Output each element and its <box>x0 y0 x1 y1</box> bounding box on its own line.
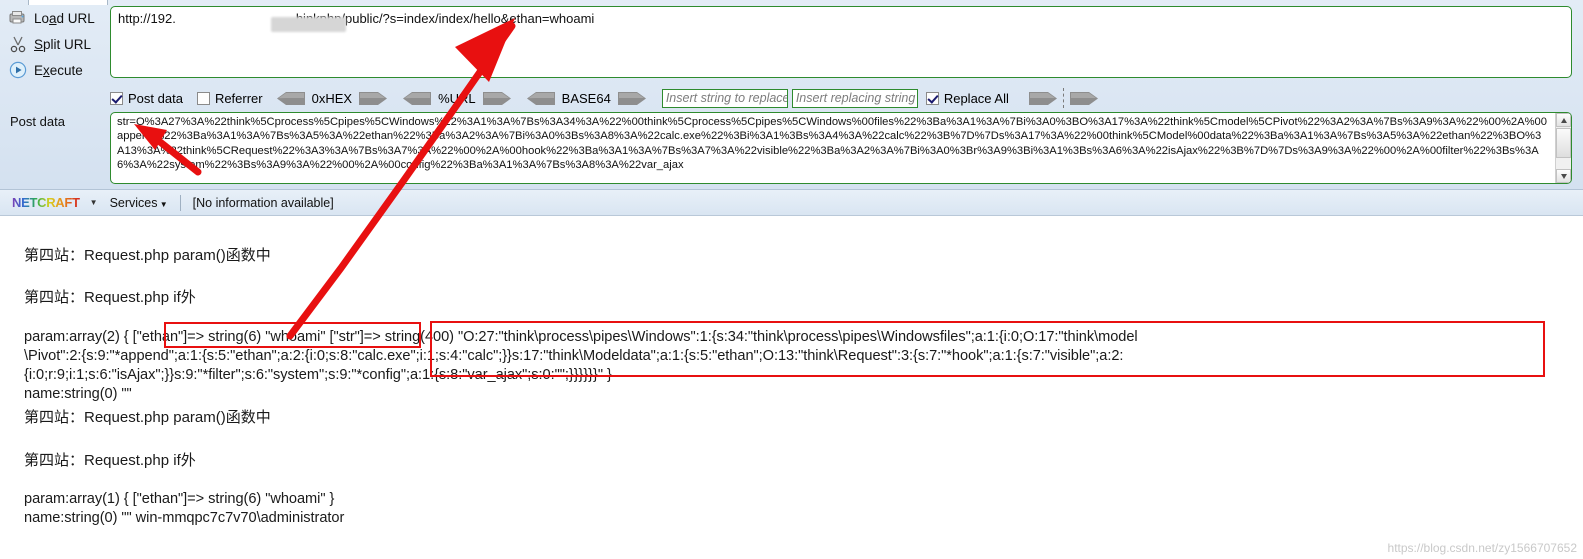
post-data-checkbox[interactable]: Post data <box>110 91 183 106</box>
url-redaction-overlay <box>271 17 346 32</box>
encoder-label-hex: 0xHEX <box>311 90 353 106</box>
execute-label: Execute <box>34 62 83 78</box>
url-prefix: http://192. <box>118 11 176 26</box>
referrer-checkbox[interactable]: Referrer <box>196 90 263 106</box>
decode-arrow-icon[interactable] <box>526 91 555 105</box>
encoder-group-hex: 0xHEX <box>276 90 388 106</box>
output-line-4: \Pivot":2:{s:9:"*append";a:1:{s:5:"ethan… <box>24 348 1124 364</box>
page-content: 第四站：Request.php param()函数中 第四站：Request.p… <box>0 216 1583 559</box>
output-line-8: 第四站：Request.php if外 <box>24 452 196 469</box>
output-line-6: name:string(0) "" <box>24 386 132 402</box>
decode-arrow-icon[interactable] <box>403 91 432 105</box>
scroll-down-arrow-icon[interactable] <box>1556 169 1571 183</box>
decode-arrow-icon[interactable] <box>276 91 305 105</box>
param-ethan-value: ["ethan"]=> string(6) "whoami" <box>132 329 326 345</box>
netcraft-services-label: Services <box>109 195 158 210</box>
hackbar-options-row: Post data Referrer 0xHEX %URL BASE64 Ins… <box>110 86 1098 110</box>
url-input-value: http://192. hinkphp/public/?s=index/index… <box>118 11 594 26</box>
replace-all-checkbox-label: Replace All <box>943 90 1009 106</box>
output-line-5: {i:0;r:9;i:1;s:6:"isAjax";}}s:9:"*filter… <box>24 367 612 383</box>
netcraft-services-menu[interactable]: Services ▼ <box>110 196 168 210</box>
netcraft-divider <box>179 194 181 211</box>
load-url-icon <box>8 8 28 28</box>
output-line-10: name:string(0) "" win-mmqpc7c7v70\admini… <box>24 510 345 526</box>
replace-with-input[interactable]: Insert replacing string <box>791 88 918 108</box>
execute-icon <box>8 60 28 80</box>
output-line-7: 第四站：Request.php param()函数中 <box>24 409 271 426</box>
post-data-checkbox-label: Post data <box>128 90 183 106</box>
referrer-checkbox-box <box>196 91 210 105</box>
netcraft-logo: NETCRAFT <box>12 195 80 210</box>
post-data-label: Post data <box>10 114 65 129</box>
param-array-prefix: param:array(2) { <box>24 329 133 345</box>
post-data-scrollbar[interactable] <box>1555 113 1571 183</box>
split-url-icon <box>8 34 28 54</box>
encoder-label-base64: BASE64 <box>561 90 611 106</box>
url-input[interactable]: http://192. hinkphp/public/?s=index/index… <box>110 6 1572 78</box>
post-data-input[interactable]: str=O%3A27%3A%22think%5Cprocess%5Cpipes%… <box>110 112 1572 184</box>
split-url-button[interactable]: Split URL <box>0 31 108 57</box>
encoder-label-url: %URL <box>438 90 476 106</box>
netcraft-menu-caret-icon[interactable]: ▼ <box>90 198 98 207</box>
param-str-value: ["str"]=> string(400) "O:27:"think\proce… <box>325 329 1138 345</box>
load-url-label: Load URL <box>34 10 95 26</box>
replace-apply-arrow-icon[interactable] <box>1028 91 1057 105</box>
hackbar-toolbar: Load URL Split URL Execute http://192. h… <box>0 0 1583 190</box>
encode-arrow-icon[interactable] <box>617 91 646 105</box>
replace-find-input[interactable]: Insert string to replace <box>661 88 788 108</box>
replace-all-checkbox-box <box>925 91 939 105</box>
scrollbar-thumb[interactable] <box>1556 128 1571 158</box>
scroll-up-arrow-icon[interactable] <box>1556 113 1571 127</box>
output-line-9: param:array(1) { ["ethan"]=> string(6) "… <box>24 491 335 507</box>
watermark: https://blog.csdn.net/zy1566707652 <box>1387 541 1577 555</box>
output-line-3: param:array(2) { ["ethan"]=> string(6) "… <box>24 329 1138 345</box>
post-data-checkbox-box <box>110 91 123 105</box>
extra-apply-arrow-icon[interactable] <box>1069 91 1098 105</box>
encoder-group-url: %URL <box>403 91 511 106</box>
split-url-label: Split URL <box>34 36 92 52</box>
encoder-group-base64: BASE64 <box>526 90 646 106</box>
post-data-value: str=O%3A27%3A%22think%5Cprocess%5Cpipes%… <box>117 116 1547 171</box>
netcraft-info-text: [No information available] <box>192 195 334 210</box>
load-url-button[interactable]: Load URL <box>0 5 108 31</box>
encode-arrow-icon[interactable] <box>482 91 511 105</box>
output-line-1: 第四站：Request.php param()函数中 <box>24 247 271 264</box>
referrer-checkbox-label: Referrer <box>214 90 263 106</box>
output-line-2: 第四站：Request.php if外 <box>24 289 196 306</box>
netcraft-toolbar: NETCRAFT ▼ Services ▼ [No information av… <box>0 190 1583 216</box>
hackbar-action-list: Load URL Split URL Execute <box>0 5 108 83</box>
execute-button[interactable]: Execute <box>0 57 108 83</box>
encode-arrow-icon[interactable] <box>359 91 388 105</box>
replace-all-checkbox[interactable]: Replace All <box>925 90 1009 106</box>
toolbar-separator <box>1062 88 1064 108</box>
